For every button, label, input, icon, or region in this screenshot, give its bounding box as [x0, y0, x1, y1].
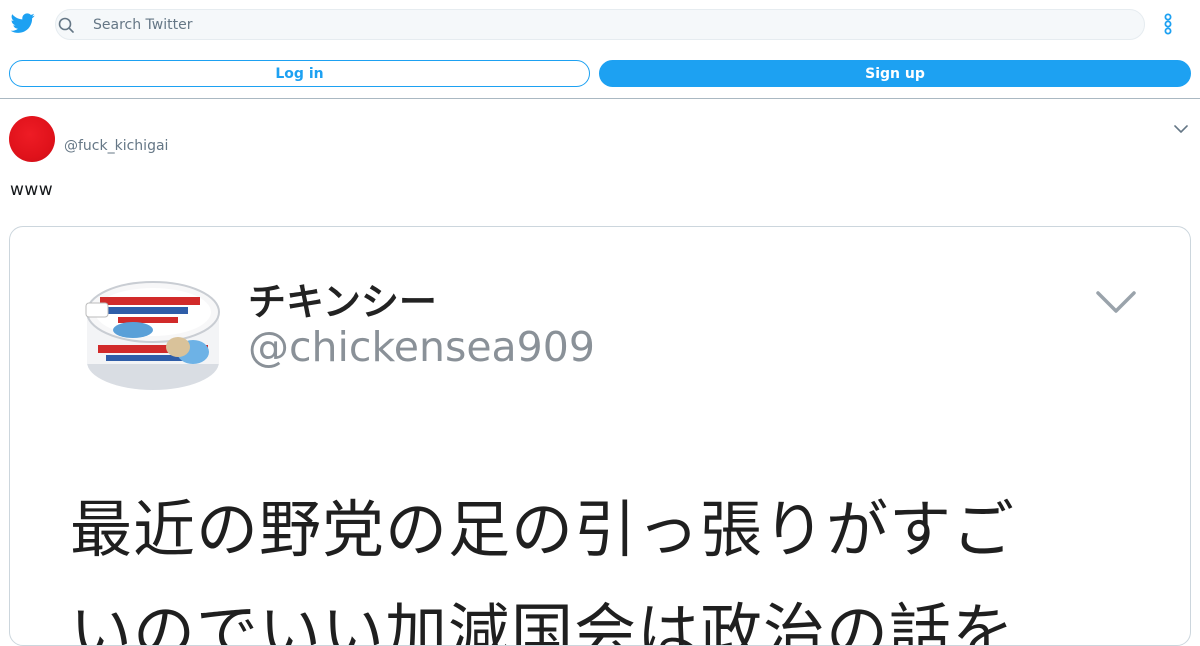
chevron-down-icon[interactable] — [1173, 122, 1189, 136]
quoted-handle: @chickensea909 — [248, 323, 595, 371]
vertical-dots-icon[interactable] — [1160, 12, 1176, 36]
quoted-text-line: いのでいい加減国会は政治の話を — [70, 596, 1016, 646]
tweet-text: www — [10, 180, 54, 200]
header-divider — [0, 98, 1200, 99]
twitter-bird-icon[interactable] — [10, 11, 36, 35]
signup-button[interactable]: Sign up — [599, 60, 1191, 87]
tweet-media-image[interactable]: チキンシー @chickensea909 最近の野党の足の引っ張りがすご いので… — [9, 226, 1191, 646]
chevron-down-icon — [1096, 291, 1136, 313]
login-button[interactable]: Log in — [9, 60, 590, 87]
search-input[interactable] — [93, 10, 1133, 39]
top-bar — [0, 0, 1200, 48]
tweet-author-handle[interactable]: @fuck_kichigai — [64, 138, 168, 154]
search-box[interactable] — [55, 9, 1145, 40]
avatar[interactable] — [9, 116, 55, 162]
search-icon — [58, 17, 74, 33]
quoted-display-name: チキンシー — [248, 280, 437, 324]
quoted-text-line: 最近の野党の足の引っ張りがすご — [70, 493, 1016, 566]
tuna-can-avatar — [85, 281, 220, 390]
